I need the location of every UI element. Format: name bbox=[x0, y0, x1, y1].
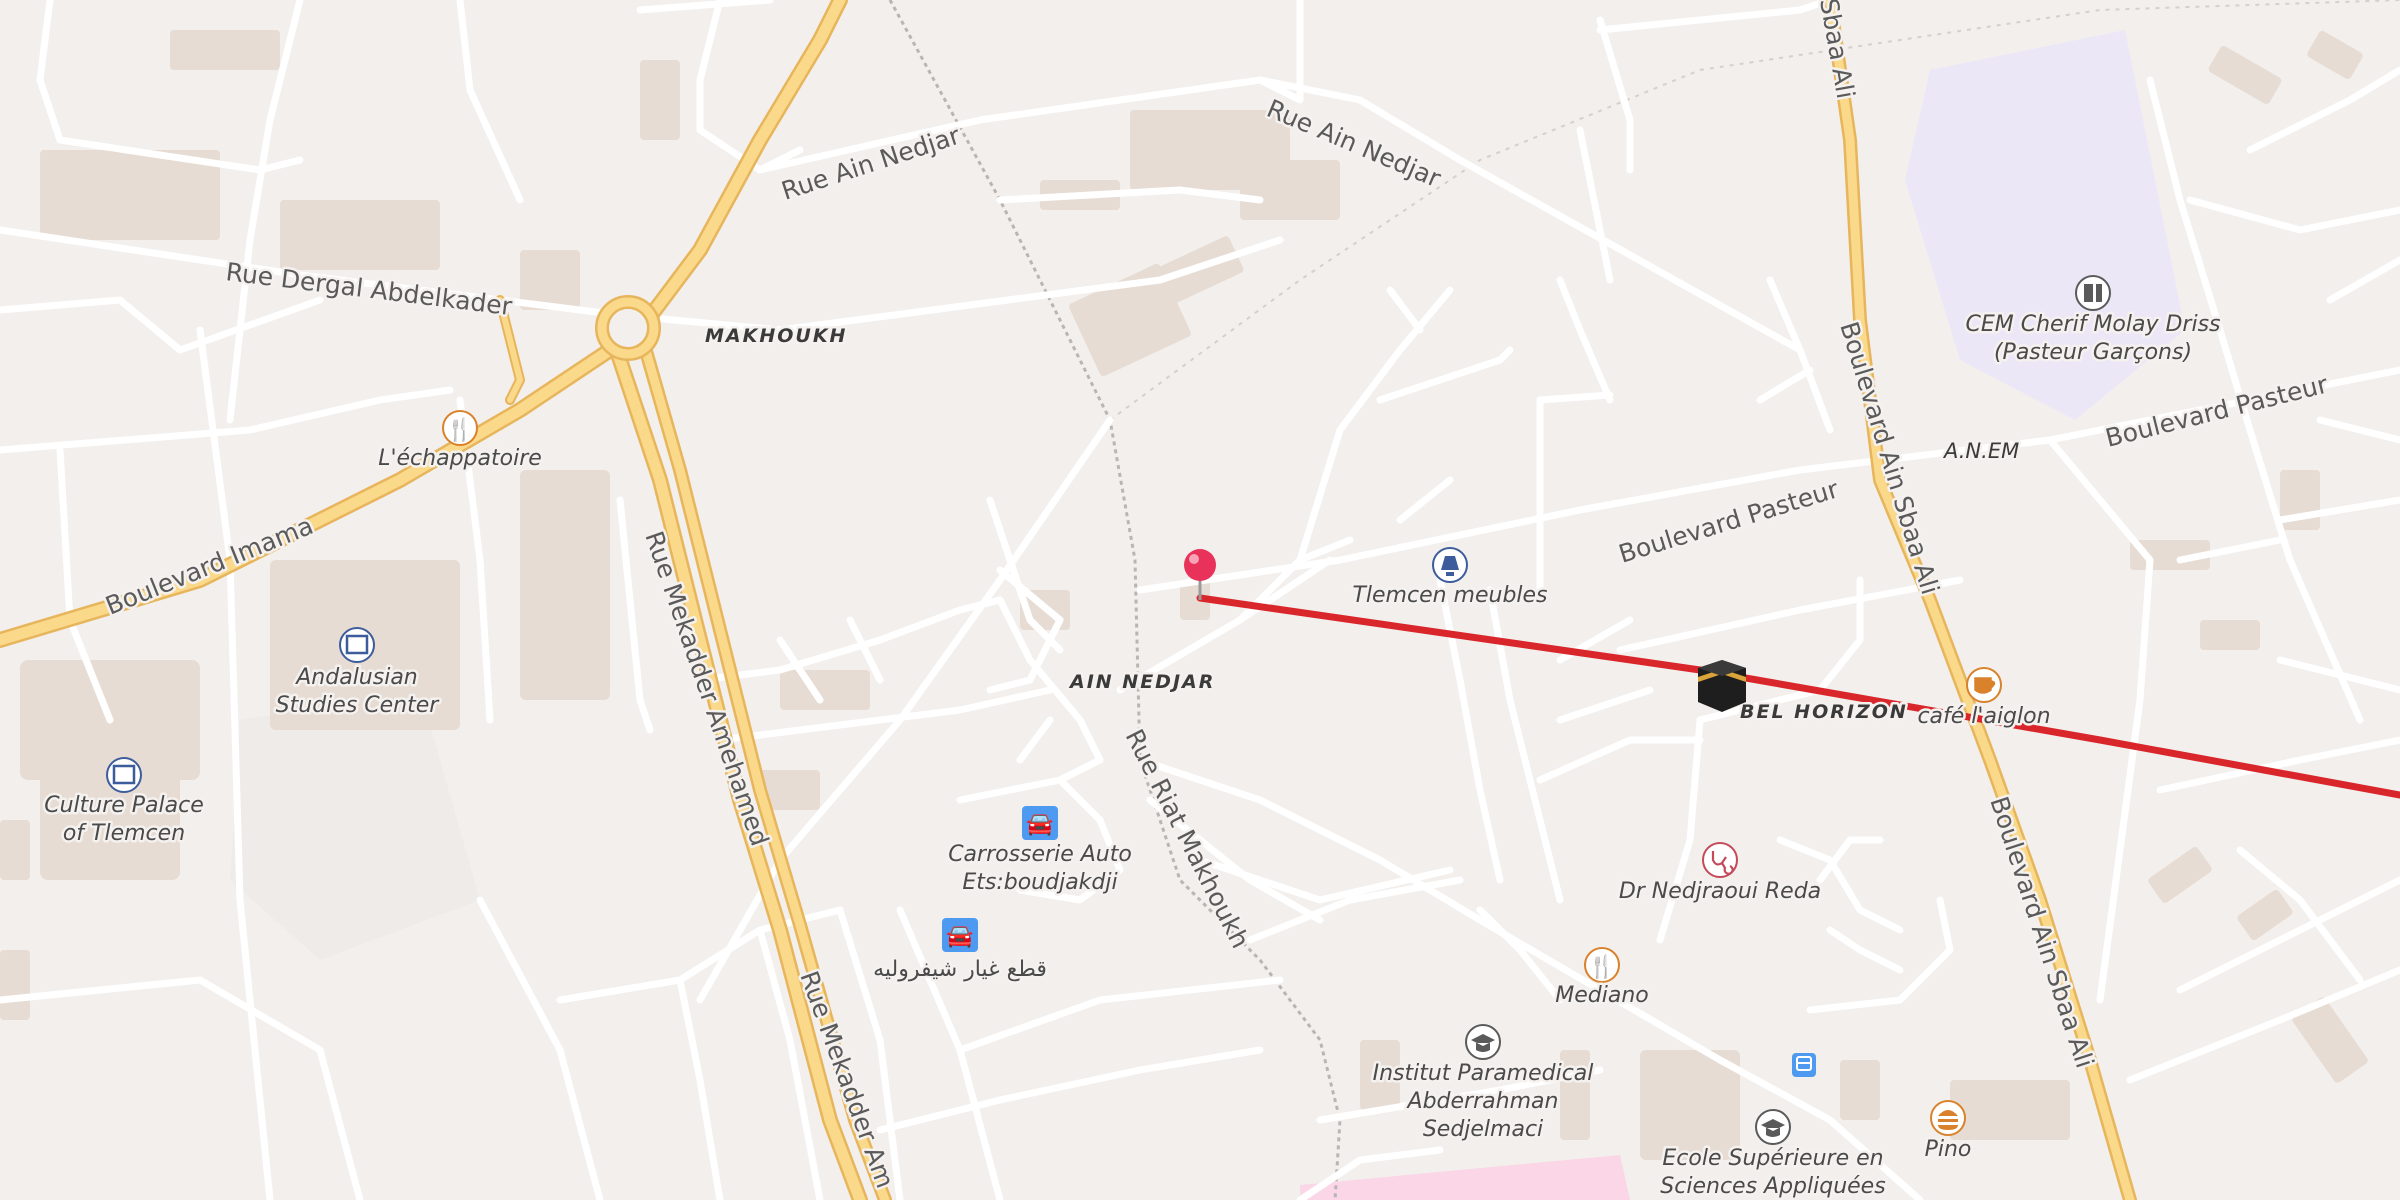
location-pin-icon bbox=[1184, 549, 1216, 581]
school-icon bbox=[2084, 284, 2102, 302]
car-icon: 🚘 bbox=[1026, 812, 1053, 837]
district-label-ain-nedjar: AIN NEDJAR bbox=[1068, 671, 1215, 693]
poi-label: Culture Palace bbox=[44, 793, 204, 818]
poi-label: (Pasteur Garçons) bbox=[1994, 340, 2192, 365]
poi-label: Tlemcen meubles bbox=[1352, 583, 1547, 608]
restaurant-icon: 🍴 bbox=[446, 417, 473, 443]
location-pin-highlight bbox=[1189, 554, 1199, 564]
poi-label: Andalusian bbox=[294, 665, 418, 690]
kaaba-marker[interactable] bbox=[1698, 660, 1746, 712]
poi-label: Abderrahman bbox=[1406, 1089, 1559, 1114]
poi-label: Mediano bbox=[1555, 983, 1648, 1008]
poi-label: Dr Nedjraoui Reda bbox=[1619, 879, 1821, 904]
poi-label: Ecole Supérieure en bbox=[1662, 1146, 1883, 1171]
bus-stop[interactable] bbox=[1792, 1053, 1816, 1077]
district-label-anem: A.N.EM bbox=[1942, 439, 2019, 463]
district-label-bel-horizon: BEL HORIZON bbox=[1740, 701, 1908, 723]
poi-label: Pino bbox=[1925, 1137, 1972, 1162]
poi-label: L'échappatoire bbox=[378, 446, 542, 471]
poi-label: café l'aiglon bbox=[1917, 704, 2050, 729]
fastfood-icon bbox=[1938, 1110, 1958, 1130]
poi-label: قطع غيار شيفروليه bbox=[873, 957, 1047, 982]
poi-label: Studies Center bbox=[276, 693, 441, 718]
poi-label: Carrosserie Auto bbox=[948, 842, 1132, 867]
poi-label: Sedjelmaci bbox=[1423, 1117, 1543, 1142]
car-icon: 🚘 bbox=[946, 924, 973, 949]
poi-label: Institut Paramedical bbox=[1373, 1061, 1594, 1086]
poi-label: Ets:boudjakdji bbox=[962, 870, 1117, 895]
poi-label: CEM Cherif Molay Driss bbox=[1965, 312, 2220, 337]
district-label-makhoukh: MAKHOUKH bbox=[705, 325, 847, 347]
map-canvas[interactable]: Rue Ain Nedjar Rue Ain Nedjar Rue Dergal… bbox=[0, 0, 2400, 1200]
restaurant-icon: 🍴 bbox=[1588, 954, 1615, 980]
poi-label: of Tlemcen bbox=[63, 821, 185, 846]
poi-label: Sciences Appliquées bbox=[1660, 1174, 1885, 1199]
roundabout-center bbox=[609, 309, 647, 347]
